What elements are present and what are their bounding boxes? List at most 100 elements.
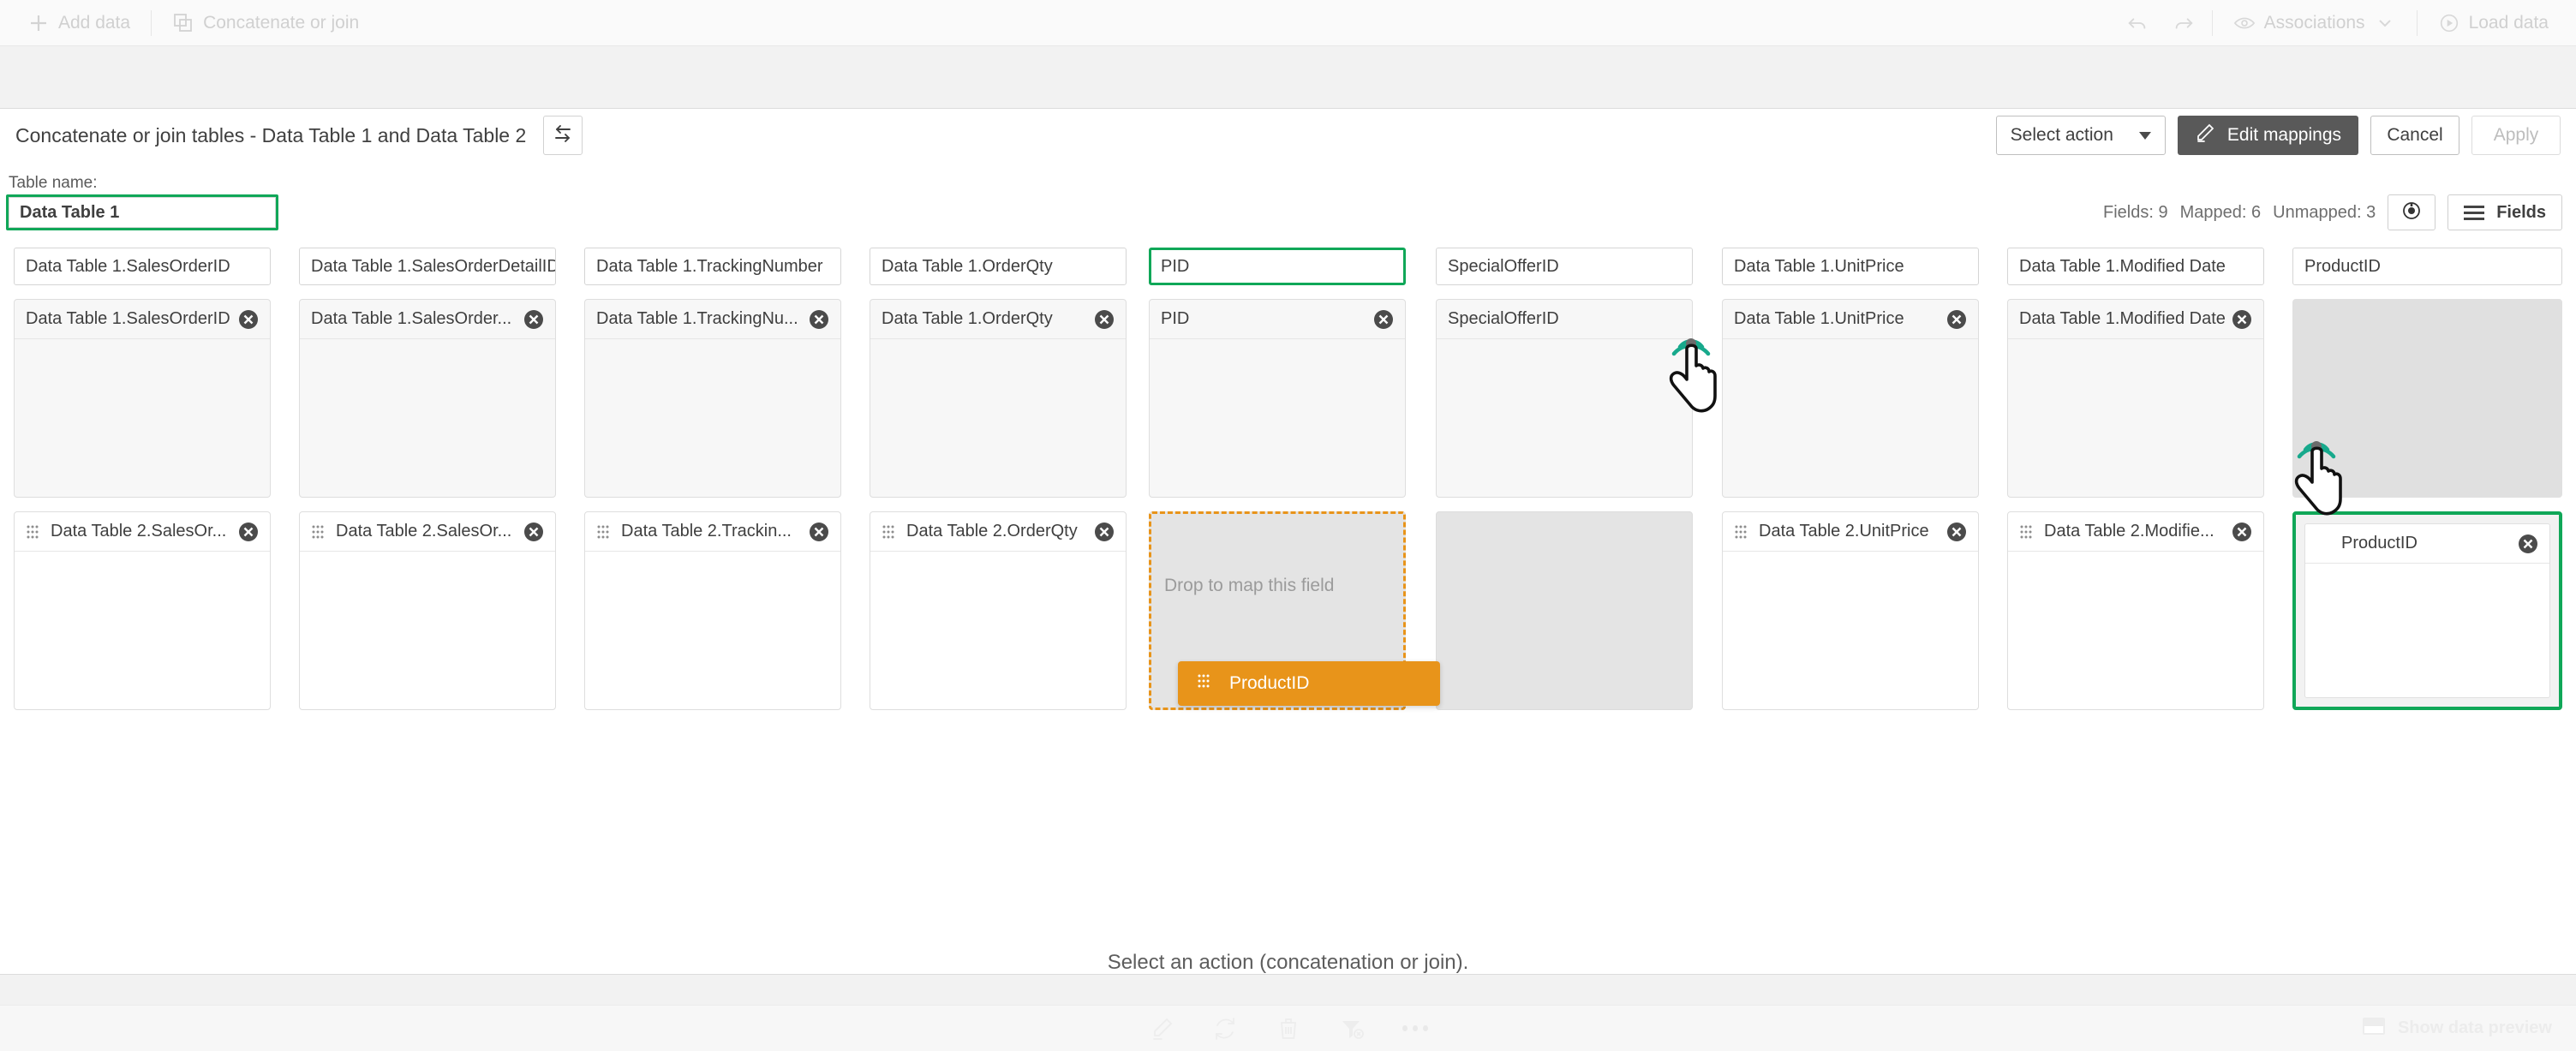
clear-filter-icon[interactable] bbox=[1339, 1016, 1365, 1042]
target-field-card[interactable]: Data Table 2.OrderQty bbox=[870, 511, 1127, 710]
remove-field-icon[interactable] bbox=[523, 521, 545, 543]
target-field-card[interactable]: Data Table 2.SalesOr... bbox=[14, 511, 271, 710]
remove-field-icon[interactable] bbox=[2517, 533, 2539, 555]
empty-target-slot[interactable] bbox=[1436, 511, 1693, 710]
source-field-card[interactable]: Data Table 1.UnitPrice bbox=[1722, 299, 1979, 498]
target-field-card[interactable]: Data Table 2.UnitPrice bbox=[1722, 511, 1979, 710]
column-header-input[interactable]: Data Table 1.Modified Date bbox=[2007, 248, 2264, 285]
source-field-card[interactable]: Data Table 1.SalesOrderID bbox=[14, 299, 271, 498]
source-field-card[interactable]: Data Table 1.Modified Date bbox=[2007, 299, 2264, 498]
field-card-title: SpecialOfferID bbox=[1437, 300, 1692, 339]
app-bar-left-group: Add data Concatenate or join bbox=[0, 6, 374, 40]
more-icon[interactable] bbox=[1402, 1016, 1428, 1042]
undo-button[interactable] bbox=[2114, 6, 2161, 40]
source-field-card[interactable]: Data Table 1.OrderQty bbox=[870, 299, 1127, 498]
drag-handle-icon[interactable] bbox=[1734, 524, 1748, 540]
load-data-button[interactable]: Load data bbox=[2423, 6, 2564, 40]
table-name-label: Table name: bbox=[9, 174, 98, 192]
remove-field-icon[interactable] bbox=[237, 308, 260, 331]
preview-toggle-button[interactable] bbox=[2388, 194, 2436, 230]
fields-button[interactable]: Fields bbox=[2447, 194, 2562, 230]
column-header-input[interactable]: Data Table 1.SalesOrderDetailID bbox=[299, 248, 556, 285]
target-field-card[interactable]: Data Table 2.SalesOr... bbox=[299, 511, 556, 710]
remove-field-icon[interactable] bbox=[808, 521, 830, 543]
concatenate-or-join-button[interactable]: Concatenate or join bbox=[157, 6, 374, 40]
field-card-title: PID bbox=[1150, 300, 1405, 339]
source-field-card[interactable]: SpecialOfferID bbox=[1436, 299, 1693, 498]
drag-handle-icon[interactable] bbox=[311, 524, 325, 540]
select-action-label: Select action bbox=[2010, 125, 2113, 145]
table-name-input[interactable]: Data Table 1 bbox=[9, 197, 276, 228]
field-label: Data Table 2.UnitPrice bbox=[1759, 522, 1929, 540]
select-action-dropdown[interactable]: Select action bbox=[1995, 116, 2166, 155]
field-mapping-grid: Data Table 1.SalesOrderID Data Table 1.S… bbox=[0, 248, 2576, 847]
blank-source-slot bbox=[2292, 299, 2562, 498]
target-field-card[interactable]: Data Table 2.Trackin... bbox=[584, 511, 841, 710]
column-header-input[interactable]: ProductID bbox=[2292, 248, 2562, 285]
column-header-input[interactable]: Data Table 1.UnitPrice bbox=[1722, 248, 1979, 285]
add-data-button[interactable]: Add data bbox=[12, 6, 146, 40]
eye-icon bbox=[2233, 12, 2256, 34]
remove-field-icon[interactable] bbox=[808, 308, 830, 331]
remove-field-icon[interactable] bbox=[237, 521, 260, 543]
drag-handle-icon[interactable] bbox=[596, 524, 610, 540]
drag-handle-icon[interactable] bbox=[26, 524, 39, 540]
unmapped-count: Unmapped: 3 bbox=[2273, 202, 2376, 222]
drag-handle-icon bbox=[1197, 673, 1210, 694]
edit-mappings-button[interactable]: Edit mappings bbox=[2177, 116, 2358, 155]
remove-field-icon[interactable] bbox=[1945, 521, 1968, 543]
field-label: SpecialOfferID bbox=[1448, 309, 1559, 328]
dialog-actions: Select action Edit mappings Cancel Apply bbox=[1995, 116, 2561, 155]
show-data-preview-label: Show data preview bbox=[2397, 1018, 2552, 1037]
refresh-icon[interactable] bbox=[1212, 1016, 1238, 1042]
field-label: Data Table 2.OrderQty bbox=[906, 522, 1078, 540]
mapping-column: Data Table 1.Modified Date Data Table 1.… bbox=[2007, 248, 2264, 710]
remove-field-icon[interactable] bbox=[1372, 308, 1395, 331]
remove-field-icon[interactable] bbox=[1945, 308, 1968, 331]
redo-button[interactable] bbox=[2161, 6, 2207, 40]
remove-field-icon[interactable] bbox=[2231, 521, 2253, 543]
field-label: Data Table 1.UnitPrice bbox=[1734, 309, 1904, 328]
source-field-card[interactable]: Data Table 1.TrackingNu... bbox=[584, 299, 841, 498]
associations-label: Associations bbox=[2263, 12, 2365, 33]
edit-icon[interactable] bbox=[1149, 1016, 1174, 1042]
redo-icon bbox=[2173, 12, 2195, 34]
field-label: Data Table 1.OrderQty bbox=[882, 309, 1053, 328]
drag-handle-icon[interactable] bbox=[882, 524, 895, 540]
column-header-input[interactable]: Data Table 1.SalesOrderID bbox=[14, 248, 271, 285]
show-data-preview-button[interactable]: Show data preview bbox=[2362, 1017, 2552, 1041]
fields-button-label: Fields bbox=[2496, 202, 2546, 222]
remove-field-icon[interactable] bbox=[1659, 308, 1682, 331]
remove-field-icon[interactable] bbox=[523, 308, 545, 331]
table-name-input-wrapper[interactable]: Data Table 1 bbox=[6, 194, 278, 230]
trash-icon[interactable] bbox=[1276, 1016, 1301, 1042]
column-header-input[interactable]: Data Table 1.TrackingNumber bbox=[584, 248, 841, 285]
drag-handle-icon[interactable] bbox=[2019, 524, 2033, 540]
column-header-input-active[interactable]: PID bbox=[1149, 248, 1406, 285]
column-header-input[interactable]: Data Table 1.OrderQty bbox=[870, 248, 1127, 285]
field-card-title: Data Table 1.SalesOrder... bbox=[300, 300, 555, 339]
source-field-card[interactable]: PID bbox=[1149, 299, 1406, 498]
selected-field-card[interactable]: ProductID bbox=[2292, 511, 2562, 710]
remove-field-icon[interactable] bbox=[2231, 308, 2253, 331]
mapped-count: Mapped: 6 bbox=[2179, 202, 2262, 222]
fields-count: Fields: 9 bbox=[2103, 202, 2168, 222]
mapping-column: Data Table 1.UnitPrice Data Table 1.Unit… bbox=[1722, 248, 1979, 710]
mapping-column: Data Table 1.OrderQty Data Table 1.Order… bbox=[870, 248, 1127, 710]
play-circle-icon bbox=[2438, 12, 2460, 34]
chevron-down-icon bbox=[2374, 12, 2396, 34]
remove-field-icon[interactable] bbox=[1093, 308, 1115, 331]
source-field-card[interactable]: Data Table 1.SalesOrder... bbox=[299, 299, 556, 498]
swap-tables-button[interactable] bbox=[543, 116, 583, 155]
dragging-field-chip[interactable]: ProductID bbox=[1178, 661, 1440, 706]
cancel-button[interactable]: Cancel bbox=[2370, 116, 2459, 155]
field-card-title: Data Table 1.UnitPrice bbox=[1723, 300, 1978, 339]
field-card-title: Data Table 2.UnitPrice bbox=[1723, 512, 1978, 552]
target-field-card[interactable]: Data Table 2.Modifie... bbox=[2007, 511, 2264, 710]
column-header-input[interactable]: SpecialOfferID bbox=[1436, 248, 1693, 285]
remove-field-icon[interactable] bbox=[1093, 521, 1115, 543]
bottom-toolbar: Show data preview bbox=[0, 1005, 2576, 1051]
action-hint-text: Select an action (concatenation or join)… bbox=[1107, 951, 1469, 974]
app-bar-divider bbox=[151, 9, 152, 36]
associations-button[interactable]: Associations bbox=[2218, 6, 2412, 40]
